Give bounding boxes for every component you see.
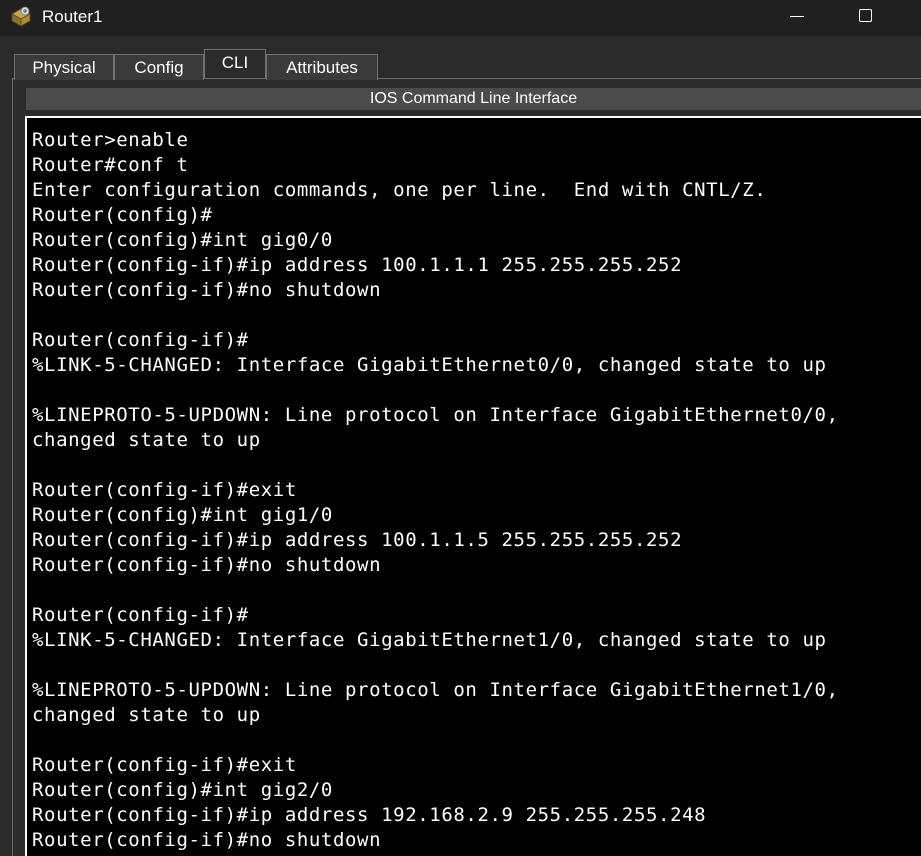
- terminal-line: Router(config-if)#: [32, 329, 249, 351]
- terminal-line: Router(config-if)#no shutdown: [32, 829, 382, 851]
- terminal-line: Router(config)#int gig0/0: [32, 229, 333, 251]
- terminal-line: Router(config-if)#: [32, 604, 249, 626]
- terminal-line: Router(config-if)#exit: [32, 479, 297, 501]
- minimize-icon: [790, 16, 804, 17]
- title-bar[interactable]: Router1: [0, 0, 921, 36]
- terminal-line: Router(config-if)#ip address 100.1.1.1 2…: [32, 254, 683, 276]
- terminal-line: Router>enable: [32, 129, 189, 151]
- terminal-line: Router(config-if)#exit: [32, 754, 297, 776]
- router-device-icon: [11, 6, 31, 27]
- maximize-button[interactable]: [832, 0, 900, 36]
- terminal-line: Enter configuration commands, one per li…: [32, 179, 767, 201]
- minimize-button[interactable]: [763, 0, 831, 36]
- section-title: IOS Command Line Interface: [26, 88, 921, 110]
- window-title: Router1: [42, 7, 103, 26]
- terminal-line: %LINK-5-CHANGED: Interface GigabitEthern…: [32, 354, 827, 376]
- terminal-line: %LINEPROTO-5-UPDOWN: Line protocol on In…: [32, 679, 839, 701]
- terminal-line: Router#conf t: [32, 154, 189, 176]
- tab-config[interactable]: Config: [114, 54, 204, 80]
- terminal-line: Router(config)#: [32, 204, 213, 226]
- terminal-line: changed state to up: [32, 704, 261, 726]
- tab-attributes[interactable]: Attributes: [266, 54, 378, 80]
- cli-terminal[interactable]: Router>enable Router#conf t Enter configur…: [25, 116, 921, 856]
- terminal-line: Router(config)#int gig2/0: [32, 779, 333, 801]
- terminal-line: Router(config)#int gig1/0: [32, 504, 333, 526]
- terminal-line: %LINK-5-CHANGED: Interface GigabitEthern…: [32, 629, 827, 651]
- maximize-icon: [859, 9, 872, 22]
- terminal-line: Router(config-if)#no shutdown: [32, 554, 382, 576]
- terminal-output: Router>enable Router#conf t Enter configur…: [32, 128, 839, 853]
- terminal-line: Router(config-if)#ip address 100.1.1.5 2…: [32, 529, 683, 551]
- tab-physical[interactable]: Physical: [14, 54, 114, 80]
- router-window: Router1 Physical Config Attributes CLI I…: [0, 0, 921, 856]
- terminal-line: changed state to up: [32, 429, 261, 451]
- window-body: Physical Config Attributes CLI IOS Comma…: [0, 36, 921, 856]
- tab-cli[interactable]: CLI: [204, 49, 266, 78]
- terminal-line: Router(config-if)#no shutdown: [32, 279, 382, 301]
- terminal-line: %LINEPROTO-5-UPDOWN: Line protocol on In…: [32, 404, 839, 426]
- terminal-line: Router(config-if)#ip address 192.168.2.9…: [32, 804, 707, 826]
